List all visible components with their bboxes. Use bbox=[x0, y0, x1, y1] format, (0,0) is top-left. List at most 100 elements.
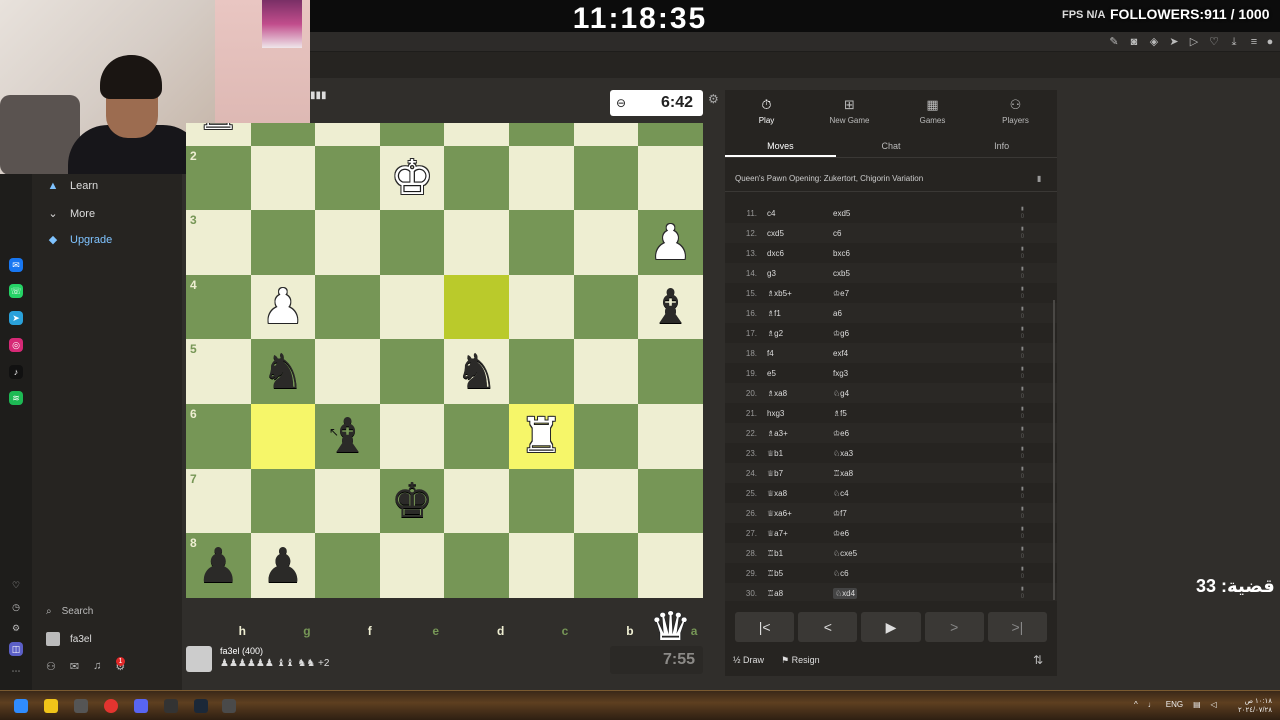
board-square[interactable] bbox=[379, 123, 445, 146]
white-move[interactable]: ♗f1 bbox=[767, 309, 781, 318]
board-square[interactable] bbox=[379, 274, 445, 340]
board-square[interactable] bbox=[250, 210, 316, 275]
instagram-icon[interactable]: ◎ bbox=[9, 338, 23, 352]
board-square[interactable] bbox=[315, 468, 380, 534]
white-move[interactable]: ♕b7 bbox=[767, 469, 783, 478]
whatsapp-icon[interactable]: ☏ bbox=[9, 284, 23, 298]
black-move[interactable]: fxg3 bbox=[833, 369, 848, 378]
black-king-piece[interactable]: ♚ bbox=[380, 469, 445, 534]
board-square[interactable] bbox=[509, 145, 574, 211]
white-pawn-piece[interactable]: ♟ bbox=[251, 275, 316, 340]
board-square[interactable] bbox=[315, 533, 380, 598]
tab-games[interactable]: ▦ Games bbox=[891, 90, 974, 132]
camera-icon[interactable]: ◙ bbox=[1128, 36, 1140, 48]
profile-icon[interactable]: ● bbox=[1264, 36, 1276, 48]
board-square[interactable] bbox=[573, 145, 639, 211]
subtab-chat[interactable]: Chat bbox=[836, 134, 947, 157]
prev-move-button[interactable]: < bbox=[798, 612, 858, 642]
white-move[interactable]: f4 bbox=[767, 349, 774, 358]
board-square[interactable] bbox=[379, 404, 445, 469]
app-icon[interactable] bbox=[164, 699, 178, 713]
black-move[interactable]: exf4 bbox=[833, 349, 848, 358]
white-move[interactable]: ♕xa8 bbox=[767, 489, 787, 498]
black-bishop-piece[interactable]: ♝ bbox=[315, 404, 380, 469]
white-move[interactable]: c4 bbox=[767, 209, 775, 218]
player-name[interactable]: fa3el (400) bbox=[220, 646, 329, 656]
board-square[interactable] bbox=[250, 404, 316, 469]
language-indicator[interactable]: ENG bbox=[1166, 700, 1183, 709]
messenger-icon[interactable]: ✉ bbox=[9, 258, 23, 272]
heart-icon[interactable]: ♡ bbox=[9, 578, 23, 592]
mail-icon[interactable]: ✉ bbox=[70, 660, 79, 673]
black-move[interactable]: exd5 bbox=[833, 209, 850, 218]
more-dots-icon[interactable]: ⋯ bbox=[9, 664, 23, 678]
board-square[interactable] bbox=[638, 339, 703, 404]
board-square[interactable] bbox=[573, 468, 639, 534]
download-icon[interactable]: ⤓ bbox=[1228, 36, 1240, 48]
board-square[interactable] bbox=[509, 533, 574, 598]
spotify-icon[interactable]: ≋ bbox=[9, 391, 23, 405]
player-avatar[interactable] bbox=[186, 646, 212, 672]
tab-players[interactable]: ⚇ Players bbox=[974, 90, 1057, 132]
settings-icon[interactable]: ⚙ bbox=[9, 621, 23, 635]
draw-button[interactable]: ½ Draw bbox=[733, 655, 764, 665]
resign-button[interactable]: ⚑ Resign bbox=[781, 655, 820, 666]
board-square[interactable] bbox=[573, 404, 639, 469]
menu-icon[interactable]: ≡ bbox=[1248, 36, 1260, 48]
chess-board[interactable]: ♚♟♟♝♞♞♝♜♚♟♟♛♜2345678hgfedcba bbox=[186, 123, 703, 640]
board-square[interactable] bbox=[250, 123, 316, 146]
board-square[interactable] bbox=[444, 404, 509, 469]
board-square[interactable] bbox=[573, 123, 639, 146]
history-icon[interactable]: ◷ bbox=[9, 600, 23, 614]
play-icon[interactable]: ▷ bbox=[1188, 36, 1200, 48]
white-pawn-piece[interactable]: ♟ bbox=[638, 210, 703, 275]
board-settings-icon[interactable]: ⚙ bbox=[708, 92, 719, 106]
white-move[interactable]: ♖b1 bbox=[767, 549, 783, 558]
white-move[interactable]: ♕xa6+ bbox=[767, 509, 792, 518]
black-move[interactable]: ♔g6 bbox=[833, 329, 849, 338]
send-icon[interactable]: ➤ bbox=[1168, 36, 1180, 48]
steam-icon[interactable] bbox=[194, 699, 208, 713]
board-square[interactable] bbox=[444, 274, 509, 340]
bell-icon[interactable]: ♫ bbox=[93, 660, 101, 673]
white-move[interactable]: e5 bbox=[767, 369, 776, 378]
file-explorer-icon[interactable] bbox=[44, 699, 58, 713]
white-king-piece[interactable]: ♚ bbox=[380, 146, 445, 211]
white-move[interactable]: hxg3 bbox=[767, 409, 784, 418]
next-move-button[interactable]: > bbox=[924, 612, 984, 642]
board-square[interactable] bbox=[379, 339, 445, 404]
board-square[interactable] bbox=[509, 339, 574, 404]
board-square[interactable] bbox=[573, 339, 639, 404]
black-move[interactable]: ♘cxe5 bbox=[833, 549, 857, 558]
black-move[interactable]: bxc6 bbox=[833, 249, 850, 258]
sidebar-user[interactable]: fa3el bbox=[46, 632, 92, 646]
tab-new-game[interactable]: ⊞ New Game bbox=[808, 90, 891, 132]
shield-icon[interactable]: ◈ bbox=[1148, 36, 1160, 48]
subtab-moves[interactable]: Moves bbox=[725, 134, 836, 157]
white-move[interactable]: dxc6 bbox=[767, 249, 784, 258]
microphone-icon[interactable]: ♩ bbox=[1148, 700, 1156, 709]
board-square[interactable] bbox=[315, 145, 380, 211]
white-move[interactable]: ♗g2 bbox=[767, 329, 783, 338]
board-square[interactable] bbox=[379, 210, 445, 275]
board-square[interactable] bbox=[573, 274, 639, 340]
board-square[interactable] bbox=[444, 533, 509, 598]
book-icon[interactable]: ▮ bbox=[1037, 174, 1041, 183]
nav-upgrade[interactable]: ◆ Upgrade bbox=[46, 233, 112, 247]
play-button[interactable]: ▶ bbox=[861, 612, 921, 642]
edit-icon[interactable]: ✎ bbox=[1108, 36, 1120, 48]
black-move[interactable]: ♔e7 bbox=[833, 289, 849, 298]
subtab-info[interactable]: Info bbox=[946, 134, 1057, 157]
black-move[interactable]: ♘g4 bbox=[833, 389, 849, 398]
board-square[interactable] bbox=[315, 274, 380, 340]
black-move[interactable]: ♘c4 bbox=[833, 489, 849, 498]
black-bishop-piece[interactable]: ♝ bbox=[638, 275, 703, 340]
extension-icon[interactable]: ◫ bbox=[9, 642, 23, 656]
black-move[interactable]: ♔f7 bbox=[833, 509, 847, 518]
black-move[interactable]: ♖xa8 bbox=[833, 469, 853, 478]
board-square[interactable] bbox=[444, 210, 509, 275]
friends-icon[interactable]: ⚇ bbox=[46, 660, 56, 673]
board-square[interactable] bbox=[509, 210, 574, 275]
nav-more[interactable]: ⌄ More bbox=[46, 207, 95, 221]
heart-icon[interactable]: ♡ bbox=[1208, 36, 1220, 48]
